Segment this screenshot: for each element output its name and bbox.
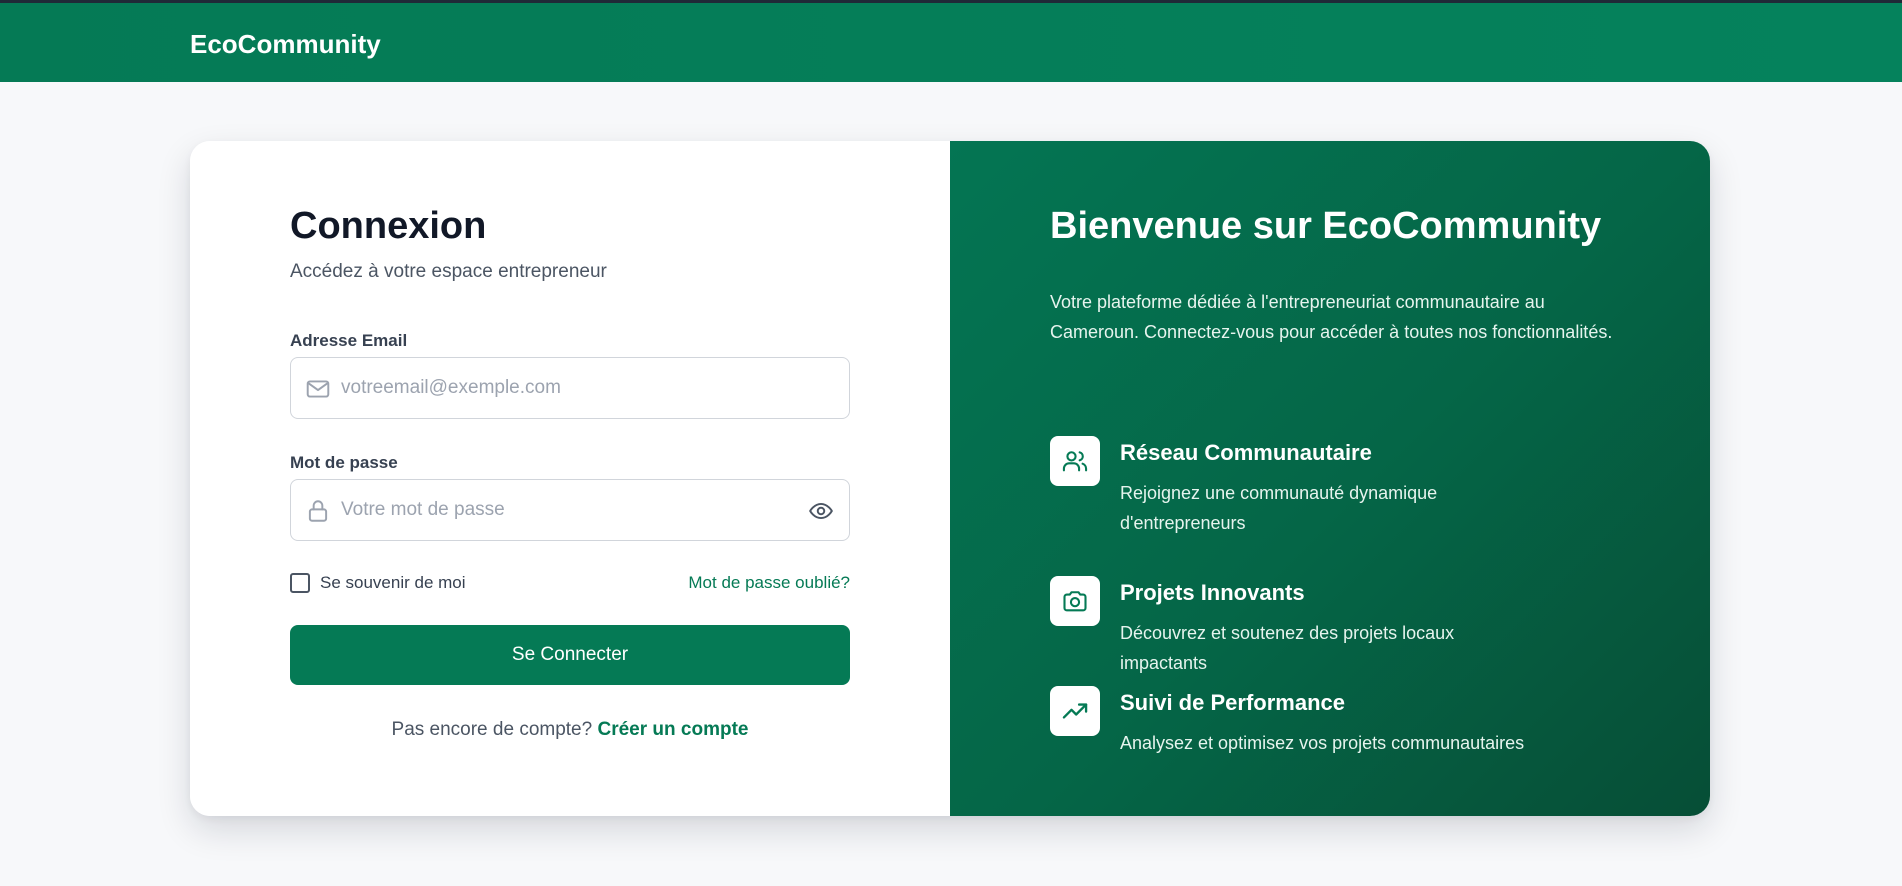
password-label: Mot de passe	[290, 453, 398, 472]
login-card: Connexion Accédez à votre espace entrepr…	[190, 141, 1710, 816]
brand-logo[interactable]: EcoCommunity	[190, 29, 381, 60]
create-account-link[interactable]: Créer un compte	[597, 719, 748, 740]
show-password-eye-icon[interactable]	[807, 498, 835, 524]
forgot-password-link[interactable]: Mot de passe oublié?	[688, 573, 850, 593]
remember-me-label[interactable]: Se souvenir de moi	[320, 573, 466, 593]
users-icon	[1050, 436, 1100, 486]
remember-me[interactable]: Se souvenir de moi	[290, 573, 466, 593]
welcome-title: Bienvenue sur EcoCommunity	[1050, 205, 1602, 247]
signup-prompt: Pas encore de compte? Créer un compte	[290, 719, 850, 741]
camera-icon	[1050, 576, 1100, 626]
feature-title: Suivi de Performance	[1120, 690, 1345, 715]
email-label: Adresse Email	[290, 331, 408, 350]
password-field-wrapper	[290, 479, 850, 541]
feature-title: Réseau Communautaire	[1120, 440, 1372, 465]
login-subtitle: Accédez à votre espace entrepreneur	[290, 261, 607, 282]
email-field-wrapper	[290, 357, 850, 419]
remember-me-checkbox[interactable]	[290, 573, 310, 593]
welcome-description: Votre plateforme dédiée à l'entrepreneur…	[1050, 292, 1613, 342]
email-input[interactable]	[341, 358, 791, 418]
feature-text: Découvrez et soutenez des projets locaux…	[1120, 623, 1455, 673]
trending-up-icon	[1050, 686, 1100, 736]
feature-text: Rejoignez une communauté dynamique d'ent…	[1120, 483, 1438, 533]
mail-icon	[305, 376, 331, 402]
login-submit-button[interactable]: Se Connecter	[290, 625, 850, 685]
login-panel: Connexion Accédez à votre espace entrepr…	[190, 141, 950, 816]
password-input[interactable]	[341, 480, 791, 540]
feature-text: Analysez et optimisez vos projets commun…	[1120, 733, 1525, 753]
welcome-panel: Bienvenue sur EcoCommunity Votre platefo…	[950, 141, 1710, 816]
top-navbar: EcoCommunity	[0, 0, 1902, 82]
feature-title: Projets Innovants	[1120, 580, 1305, 605]
signup-prompt-text: Pas encore de compte?	[391, 719, 593, 740]
lock-icon	[305, 498, 331, 524]
login-title: Connexion	[290, 205, 487, 247]
